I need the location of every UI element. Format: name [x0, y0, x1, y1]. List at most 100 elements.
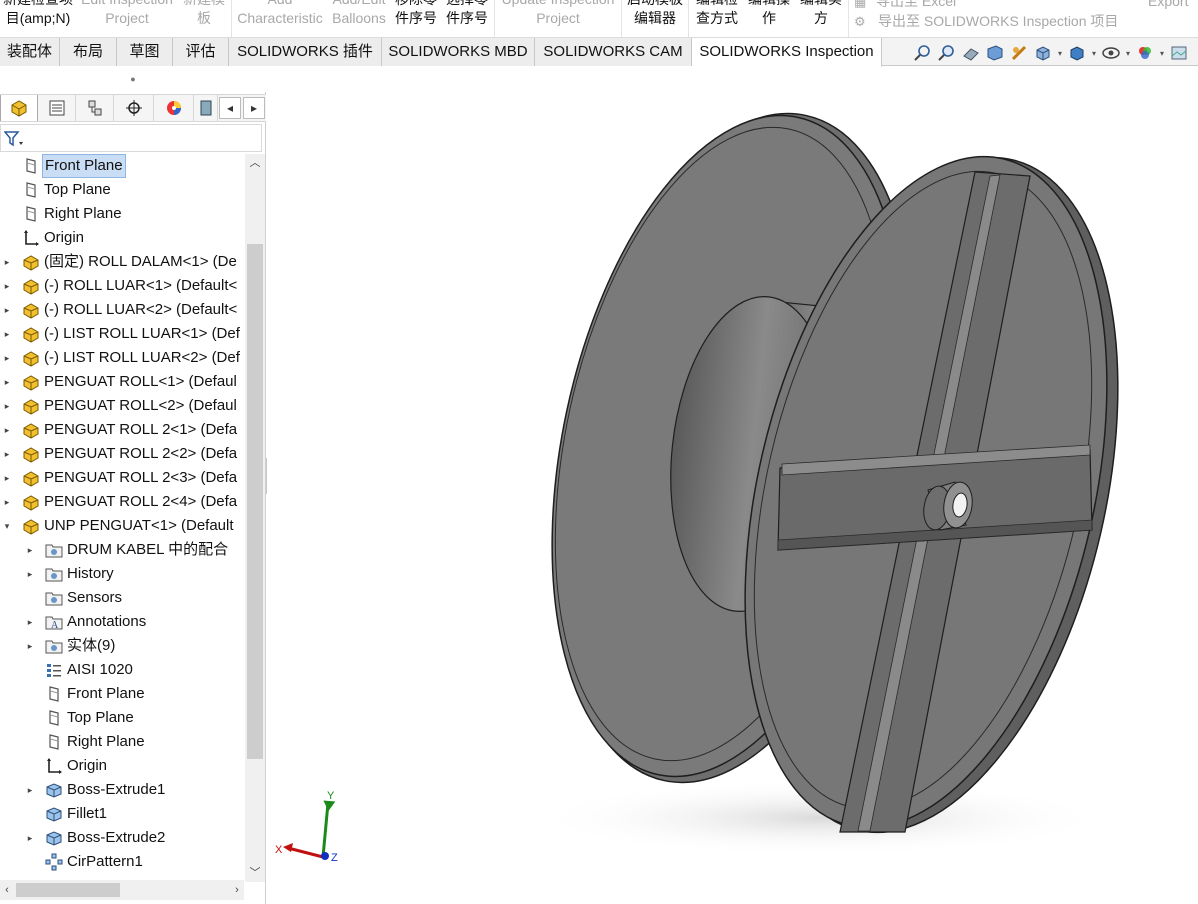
new-inspection-project-button[interactable]: 新建检查项 目(amp;N): [0, 0, 76, 28]
expander-icon[interactable]: ▸: [2, 418, 12, 442]
tree-filter-bar[interactable]: [0, 124, 262, 152]
select-balloon-button[interactable]: 选择零 件序号: [443, 0, 491, 28]
display-manager-tab-icon[interactable]: [154, 95, 194, 121]
tab-assembly[interactable]: 装配体: [0, 38, 60, 66]
expander-icon[interactable]: ▸: [25, 562, 35, 586]
tree-item[interactable]: Right Plane: [0, 202, 244, 226]
export-excel-button[interactable]: 导出至 Excel: [876, 0, 956, 11]
expander-icon[interactable]: ▸: [2, 274, 12, 298]
feature-manager-tab-icon[interactable]: [0, 95, 38, 121]
filter-icon[interactable]: [4, 130, 24, 148]
add-characteristic-button[interactable]: Add Characteristic: [234, 0, 326, 28]
tree-item[interactable]: ▸ (-) ROLL LUAR<2> (Default<: [0, 298, 244, 322]
scroll-left-icon[interactable]: ‹: [0, 880, 14, 900]
expander-icon[interactable]: ▸: [2, 250, 12, 274]
tree-item[interactable]: Origin: [0, 754, 244, 778]
apply-scene-icon[interactable]: [1168, 42, 1190, 64]
tree-item[interactable]: CirPattern1: [0, 850, 244, 874]
tab-layout[interactable]: 布局: [60, 38, 117, 66]
expander-icon[interactable]: ▸: [2, 322, 12, 346]
tree-item[interactable]: Sensors: [0, 586, 244, 610]
dropdown-arrow-icon[interactable]: ▾: [1090, 49, 1098, 58]
tree-item[interactable]: Top Plane: [0, 706, 244, 730]
zoom-area-icon[interactable]: [936, 42, 958, 64]
scroll-up-icon[interactable]: ︿: [245, 154, 265, 172]
section-view-icon[interactable]: [984, 42, 1006, 64]
dropdown-arrow-icon[interactable]: ▾: [1056, 49, 1064, 58]
scrollbar-thumb[interactable]: [247, 244, 263, 759]
export-right-button[interactable]: Export: [1148, 0, 1188, 11]
tree-item[interactable]: ▸ PENGUAT ROLL 2<1> (Defa: [0, 418, 244, 442]
tree-item[interactable]: ▸ PENGUAT ROLL 2<3> (Defa: [0, 466, 244, 490]
tree-item[interactable]: ▸ (固定) ROLL DALAM<1> (De: [0, 250, 244, 274]
tab-sketch[interactable]: 草图: [117, 38, 173, 66]
expander-icon[interactable]: ▾: [2, 514, 12, 538]
edit-inspection-method-button[interactable]: 编辑检 查方式: [692, 0, 742, 28]
view-orientation-icon[interactable]: [1032, 42, 1054, 64]
tree-item[interactable]: AISI 1020: [0, 658, 244, 682]
expander-icon[interactable]: ▸: [25, 610, 35, 634]
new-template-button[interactable]: 新建模 板: [178, 0, 230, 28]
panel-grip-icon[interactable]: ●: [0, 66, 266, 92]
dynamic-annotation-icon[interactable]: [1008, 42, 1030, 64]
edit-appearance-icon[interactable]: [1134, 42, 1156, 64]
edit-operation-button[interactable]: 编辑操 作: [745, 0, 793, 28]
tab-evaluate[interactable]: 评估: [173, 38, 229, 66]
configuration-manager-tab-icon[interactable]: [76, 95, 114, 121]
tree-item[interactable]: ▸ Boss-Extrude2: [0, 826, 244, 850]
add-edit-balloons-button[interactable]: Add/Edit Balloons: [328, 0, 390, 28]
property-manager-tab-icon[interactable]: [38, 95, 76, 121]
tree-item[interactable]: ▸ 实体(9): [0, 634, 244, 658]
tree-horizontal-scrollbar[interactable]: ‹ ›: [0, 880, 244, 900]
edit-vendor-button[interactable]: 编辑实 方: [796, 0, 846, 28]
update-inspection-project-button[interactable]: Update Inspection Project: [497, 0, 619, 28]
tabs-scroll-left-icon[interactable]: ◂: [219, 97, 241, 119]
tree-item[interactable]: ▸ DRUM KABEL 中的配合: [0, 538, 244, 562]
tree-item[interactable]: ▸ PENGUAT ROLL<1> (Defaul: [0, 370, 244, 394]
tree-item[interactable]: ▾ UNP PENGUAT<1> (Default: [0, 514, 244, 538]
expander-icon[interactable]: ▸: [2, 490, 12, 514]
launch-template-editor-button[interactable]: 启动模板 编辑器: [624, 0, 686, 28]
expander-icon[interactable]: ▸: [25, 826, 35, 850]
expander-icon[interactable]: ▸: [2, 394, 12, 418]
hide-show-items-icon[interactable]: [1100, 42, 1122, 64]
expander-icon[interactable]: ▸: [2, 442, 12, 466]
remove-balloon-button[interactable]: 移除零 件序号: [392, 0, 440, 28]
export-inspection-project-button[interactable]: 导出至 SOLIDWORKS Inspection 项目: [878, 12, 1118, 31]
tabs-scroll-right-icon[interactable]: ▸: [243, 97, 265, 119]
tab-solidworks-cam[interactable]: SOLIDWORKS CAM: [535, 38, 692, 66]
expander-icon[interactable]: ▸: [25, 634, 35, 658]
tree-item[interactable]: ▸ (-) ROLL LUAR<1> (Default<: [0, 274, 244, 298]
tab-solidworks-addins[interactable]: SOLIDWORKS 插件: [229, 38, 382, 66]
tree-item[interactable]: Fillet1: [0, 802, 244, 826]
cable-drum-model[interactable]: [267, 67, 1198, 904]
tab-solidworks-mbd[interactable]: SOLIDWORKS MBD: [382, 38, 535, 66]
graphics-viewport[interactable]: Y X Z: [267, 67, 1198, 904]
scroll-down-icon[interactable]: ﹀: [245, 864, 265, 882]
dropdown-arrow-icon[interactable]: ▾: [1124, 49, 1132, 58]
tree-item[interactable]: ▸ (-) LIST ROLL LUAR<1> (Def: [0, 322, 244, 346]
tree-item[interactable]: Right Plane: [0, 730, 244, 754]
previous-view-icon[interactable]: [960, 42, 982, 64]
tree-item[interactable]: ▸ PENGUAT ROLL 2<4> (Defa: [0, 490, 244, 514]
scrollbar-thumb[interactable]: [16, 883, 120, 897]
tree-item[interactable]: ▸ A Annotations: [0, 610, 244, 634]
edit-inspection-project-button[interactable]: Edit Inspection Project: [78, 0, 176, 28]
tab-solidworks-inspection[interactable]: SOLIDWORKS Inspection: [692, 38, 882, 67]
tree-item[interactable]: Front Plane: [0, 154, 244, 178]
tree-item[interactable]: ▸ History: [0, 562, 244, 586]
expander-icon[interactable]: ▸: [2, 466, 12, 490]
tree-item[interactable]: ▸ Boss-Extrude1: [0, 778, 244, 802]
tree-vertical-scrollbar[interactable]: ︿ ﹀: [245, 154, 265, 882]
dimxpert-manager-tab-icon[interactable]: [114, 95, 154, 121]
zoom-to-fit-icon[interactable]: [912, 42, 934, 64]
expander-icon[interactable]: ▸: [25, 538, 35, 562]
expander-icon[interactable]: ▸: [2, 298, 12, 322]
tree-item[interactable]: Top Plane: [0, 178, 244, 202]
expander-icon[interactable]: ▸: [25, 778, 35, 802]
cam-manager-tab-icon[interactable]: [194, 95, 218, 121]
tree-item[interactable]: ▸ PENGUAT ROLL 2<2> (Defa: [0, 442, 244, 466]
display-style-icon[interactable]: [1066, 42, 1088, 64]
dropdown-arrow-icon[interactable]: ▾: [1158, 49, 1166, 58]
tree-item[interactable]: ▸ (-) LIST ROLL LUAR<2> (Def: [0, 346, 244, 370]
